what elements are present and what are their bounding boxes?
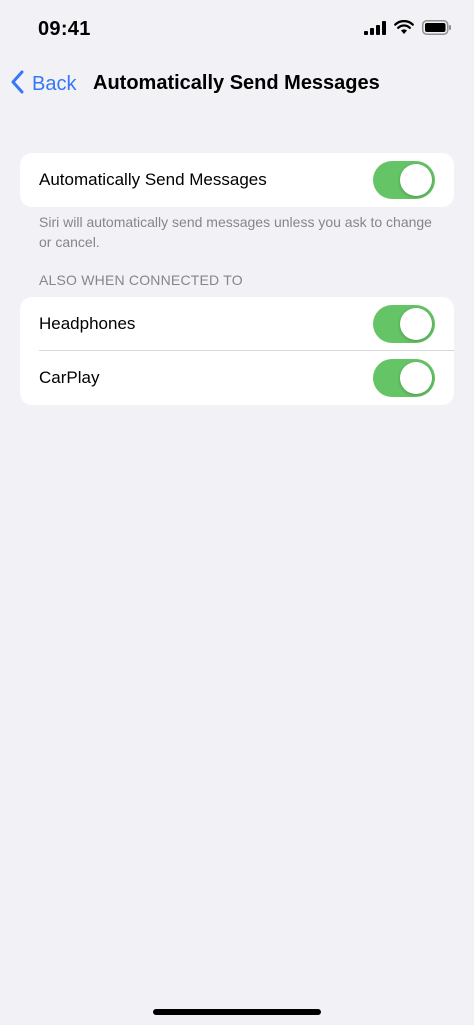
connected-group: Headphones CarPlay bbox=[20, 297, 454, 405]
status-time: 09:41 bbox=[38, 18, 91, 40]
chevron-left-icon bbox=[10, 70, 24, 99]
wifi-icon bbox=[394, 20, 414, 40]
main-setting-group: Automatically Send Messages bbox=[20, 153, 454, 207]
navigation-bar: Back Automatically Send Messages bbox=[0, 60, 474, 108]
back-label: Back bbox=[32, 73, 77, 95]
battery-icon bbox=[422, 20, 452, 40]
headphones-label: Headphones bbox=[39, 314, 136, 333]
status-icons bbox=[364, 20, 452, 40]
headphones-toggle[interactable] bbox=[373, 305, 435, 343]
headphones-row: Headphones bbox=[20, 297, 454, 351]
carplay-row: CarPlay bbox=[20, 351, 454, 405]
auto-send-toggle[interactable] bbox=[373, 161, 435, 199]
signal-icon bbox=[364, 20, 386, 40]
auto-send-row: Automatically Send Messages bbox=[20, 153, 454, 207]
home-indicator bbox=[153, 1009, 321, 1015]
carplay-label: CarPlay bbox=[39, 368, 100, 387]
toggle-knob bbox=[400, 308, 432, 340]
status-bar: 09:41 bbox=[0, 0, 474, 60]
toggle-knob bbox=[400, 362, 432, 394]
auto-send-footer: Siri will automatically send messages un… bbox=[39, 214, 432, 250]
carplay-toggle[interactable] bbox=[373, 359, 435, 397]
back-button[interactable]: Back bbox=[10, 70, 76, 99]
auto-send-label: Automatically Send Messages bbox=[39, 170, 267, 189]
toggle-knob bbox=[400, 164, 432, 196]
page-title: Automatically Send Messages bbox=[93, 72, 380, 94]
connected-section-header: ALSO WHEN CONNECTED TO bbox=[39, 272, 243, 288]
